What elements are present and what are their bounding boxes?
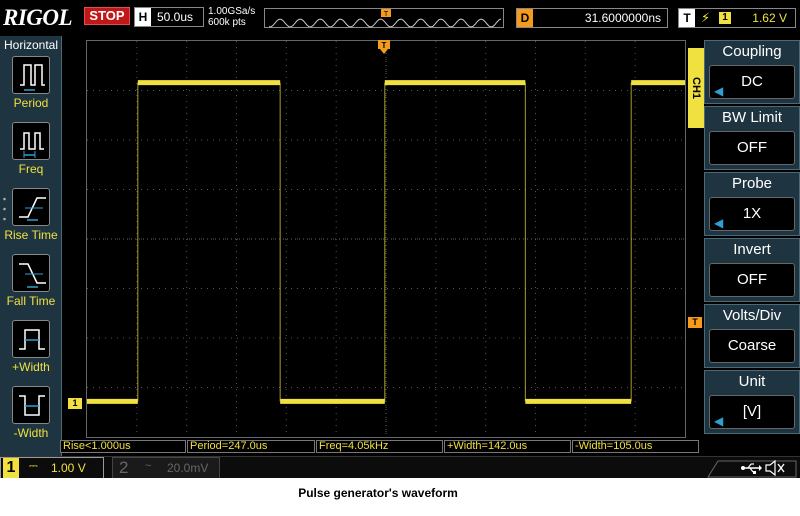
channel-status-bar: 1 ⎓ 1.00 V 2 ~ 20.0mV: [0, 456, 800, 478]
bw-limit-value: OFF: [709, 131, 795, 165]
trigger-label: T: [679, 9, 695, 27]
ch1-menu-tab[interactable]: CH1: [688, 48, 704, 128]
invert-menu-item[interactable]: Invert OFF: [704, 238, 800, 302]
sample-rate: 1.00GSa/s: [208, 6, 256, 17]
trigger-position-marker-icon[interactable]: T: [378, 40, 390, 54]
coupling-menu-item[interactable]: Coupling ◀ DC: [704, 40, 800, 104]
invert-title: Invert: [733, 241, 771, 258]
measurement-rise[interactable]: Rise<1.000us: [60, 440, 186, 453]
ch1-scale: 1.00 V: [51, 461, 86, 475]
trigger-level: 1.62 V: [752, 11, 787, 25]
probe-title: Probe: [731, 175, 773, 192]
period-label: Period: [13, 96, 49, 110]
volts-div-title: Volts/Div: [722, 307, 782, 324]
freq-icon: [12, 122, 50, 160]
delay-display[interactable]: D 31.6000000ns: [516, 8, 668, 28]
ch1-offset-marker[interactable]: 1: [68, 398, 82, 409]
measure-neg-width-button[interactable]: -Width: [0, 386, 62, 450]
trigger-display[interactable]: T ⚡︎ 1 1.62 V: [678, 8, 796, 28]
timebase-display[interactable]: H 50.0us: [134, 7, 204, 27]
unit-value: ◀ [V]: [709, 395, 795, 429]
ch1-status[interactable]: 1 ⎓ 1.00 V: [0, 457, 104, 478]
measurement-freq[interactable]: Freq=4.05kHz: [316, 440, 443, 453]
unit-title: Unit: [738, 373, 766, 390]
measure-freq-button[interactable]: Freq: [0, 122, 62, 186]
measure-pos-width-button[interactable]: +Width: [0, 320, 62, 384]
unit-value-text: [V]: [742, 403, 762, 420]
pos-width-label: +Width: [12, 360, 50, 374]
menu-arrow-icon: ◀: [714, 84, 724, 98]
horizontal-panel-title: Horizontal: [3, 38, 59, 52]
invert-value: OFF: [709, 263, 795, 297]
period-icon: [12, 56, 50, 94]
top-status-bar: RIGOL STOP H 50.0us 1.00GSa/s 600k pts T …: [0, 0, 800, 36]
measurement-neg-width[interactable]: -Width=105.0us: [572, 440, 699, 453]
volts-div-value-text: Coarse: [727, 337, 777, 354]
rise-time-icon: [12, 188, 50, 226]
rising-edge-icon: ⚡︎: [701, 10, 711, 25]
delay-value: 31.6000000ns: [584, 11, 661, 25]
timebase-label: H: [135, 8, 151, 26]
bw-limit-title: BW Limit: [722, 109, 782, 126]
memory-trigger-letter: T: [384, 11, 389, 18]
ch1-number: 1: [3, 458, 19, 478]
run-stop-status[interactable]: STOP: [84, 7, 130, 25]
probe-value-text: 1X: [742, 205, 762, 222]
timebase-value: 50.0us: [157, 10, 194, 24]
fall-time-label: Fall Time: [6, 294, 56, 308]
volts-div-menu-item[interactable]: Volts/Div Coarse: [704, 304, 800, 368]
trigger-position-letter: T: [382, 41, 387, 50]
pos-width-icon: [12, 320, 50, 358]
invert-value-text: OFF: [737, 271, 767, 288]
waveform-display[interactable]: [86, 40, 686, 438]
figure-caption: Pulse generator's waveform: [298, 486, 458, 500]
measure-period-button[interactable]: Period: [0, 56, 62, 120]
usb-icon: [741, 463, 762, 474]
trigger-level-marker[interactable]: T: [688, 317, 702, 328]
probe-value: ◀ 1X: [709, 197, 795, 231]
oscilloscope-screen: RIGOL STOP H 50.0us 1.00GSa/s 600k pts T …: [0, 0, 800, 478]
volts-div-value: Coarse: [709, 329, 795, 363]
coupling-value-text: DC: [741, 73, 763, 90]
sampling-info: 1.00GSa/s 600k pts: [208, 6, 255, 28]
neg-width-label: -Width: [13, 426, 49, 440]
ch2-status[interactable]: 2 ~ 20.0mV: [112, 457, 220, 478]
measurement-bar: Rise<1.000us Period=247.0us Freq=4.05kHz…: [60, 440, 700, 453]
bw-limit-menu-item[interactable]: BW Limit OFF: [704, 106, 800, 170]
delay-label: D: [517, 9, 533, 27]
coupling-value: ◀ DC: [709, 65, 795, 99]
measurement-pos-width[interactable]: +Width=142.0us: [444, 440, 571, 453]
dc-coupling-icon: ⎓: [29, 460, 38, 472]
measure-fall-time-button[interactable]: Fall Time: [0, 254, 62, 318]
menu-arrow-icon: ◀: [714, 216, 724, 230]
rise-time-label: Rise Time: [4, 228, 58, 242]
coupling-title: Coupling: [722, 43, 782, 60]
measurement-period[interactable]: Period=247.0us: [187, 440, 315, 453]
channel-menu-panel: Coupling ◀ DC BW Limit OFF Probe ◀ 1X In…: [704, 40, 800, 438]
brand-logo: RIGOL: [3, 5, 73, 30]
speaker-mute-icon[interactable]: [764, 460, 786, 476]
ch2-scale: 20.0mV: [167, 461, 209, 475]
memory-depth: 600k pts: [208, 17, 246, 28]
graticule: [87, 41, 685, 437]
ac-coupling-icon: ~: [145, 460, 152, 472]
horizontal-measure-panel: Horizontal Period Freq Rise Time Fall Ti…: [0, 36, 62, 456]
memory-overview-waveform: T: [269, 9, 502, 28]
memory-overview[interactable]: T: [264, 8, 504, 28]
bw-limit-value-text: OFF: [737, 139, 767, 156]
unit-menu-item[interactable]: Unit ◀ [V]: [704, 370, 800, 434]
measure-rise-time-button[interactable]: Rise Time: [0, 188, 62, 252]
trigger-source: 1: [719, 12, 731, 24]
probe-menu-item[interactable]: Probe ◀ 1X: [704, 172, 800, 236]
menu-arrow-icon: ◀: [714, 414, 724, 428]
ch2-number: 2: [119, 458, 129, 477]
fall-time-icon: [12, 254, 50, 292]
neg-width-icon: [12, 386, 50, 424]
freq-label: Freq: [18, 162, 44, 176]
